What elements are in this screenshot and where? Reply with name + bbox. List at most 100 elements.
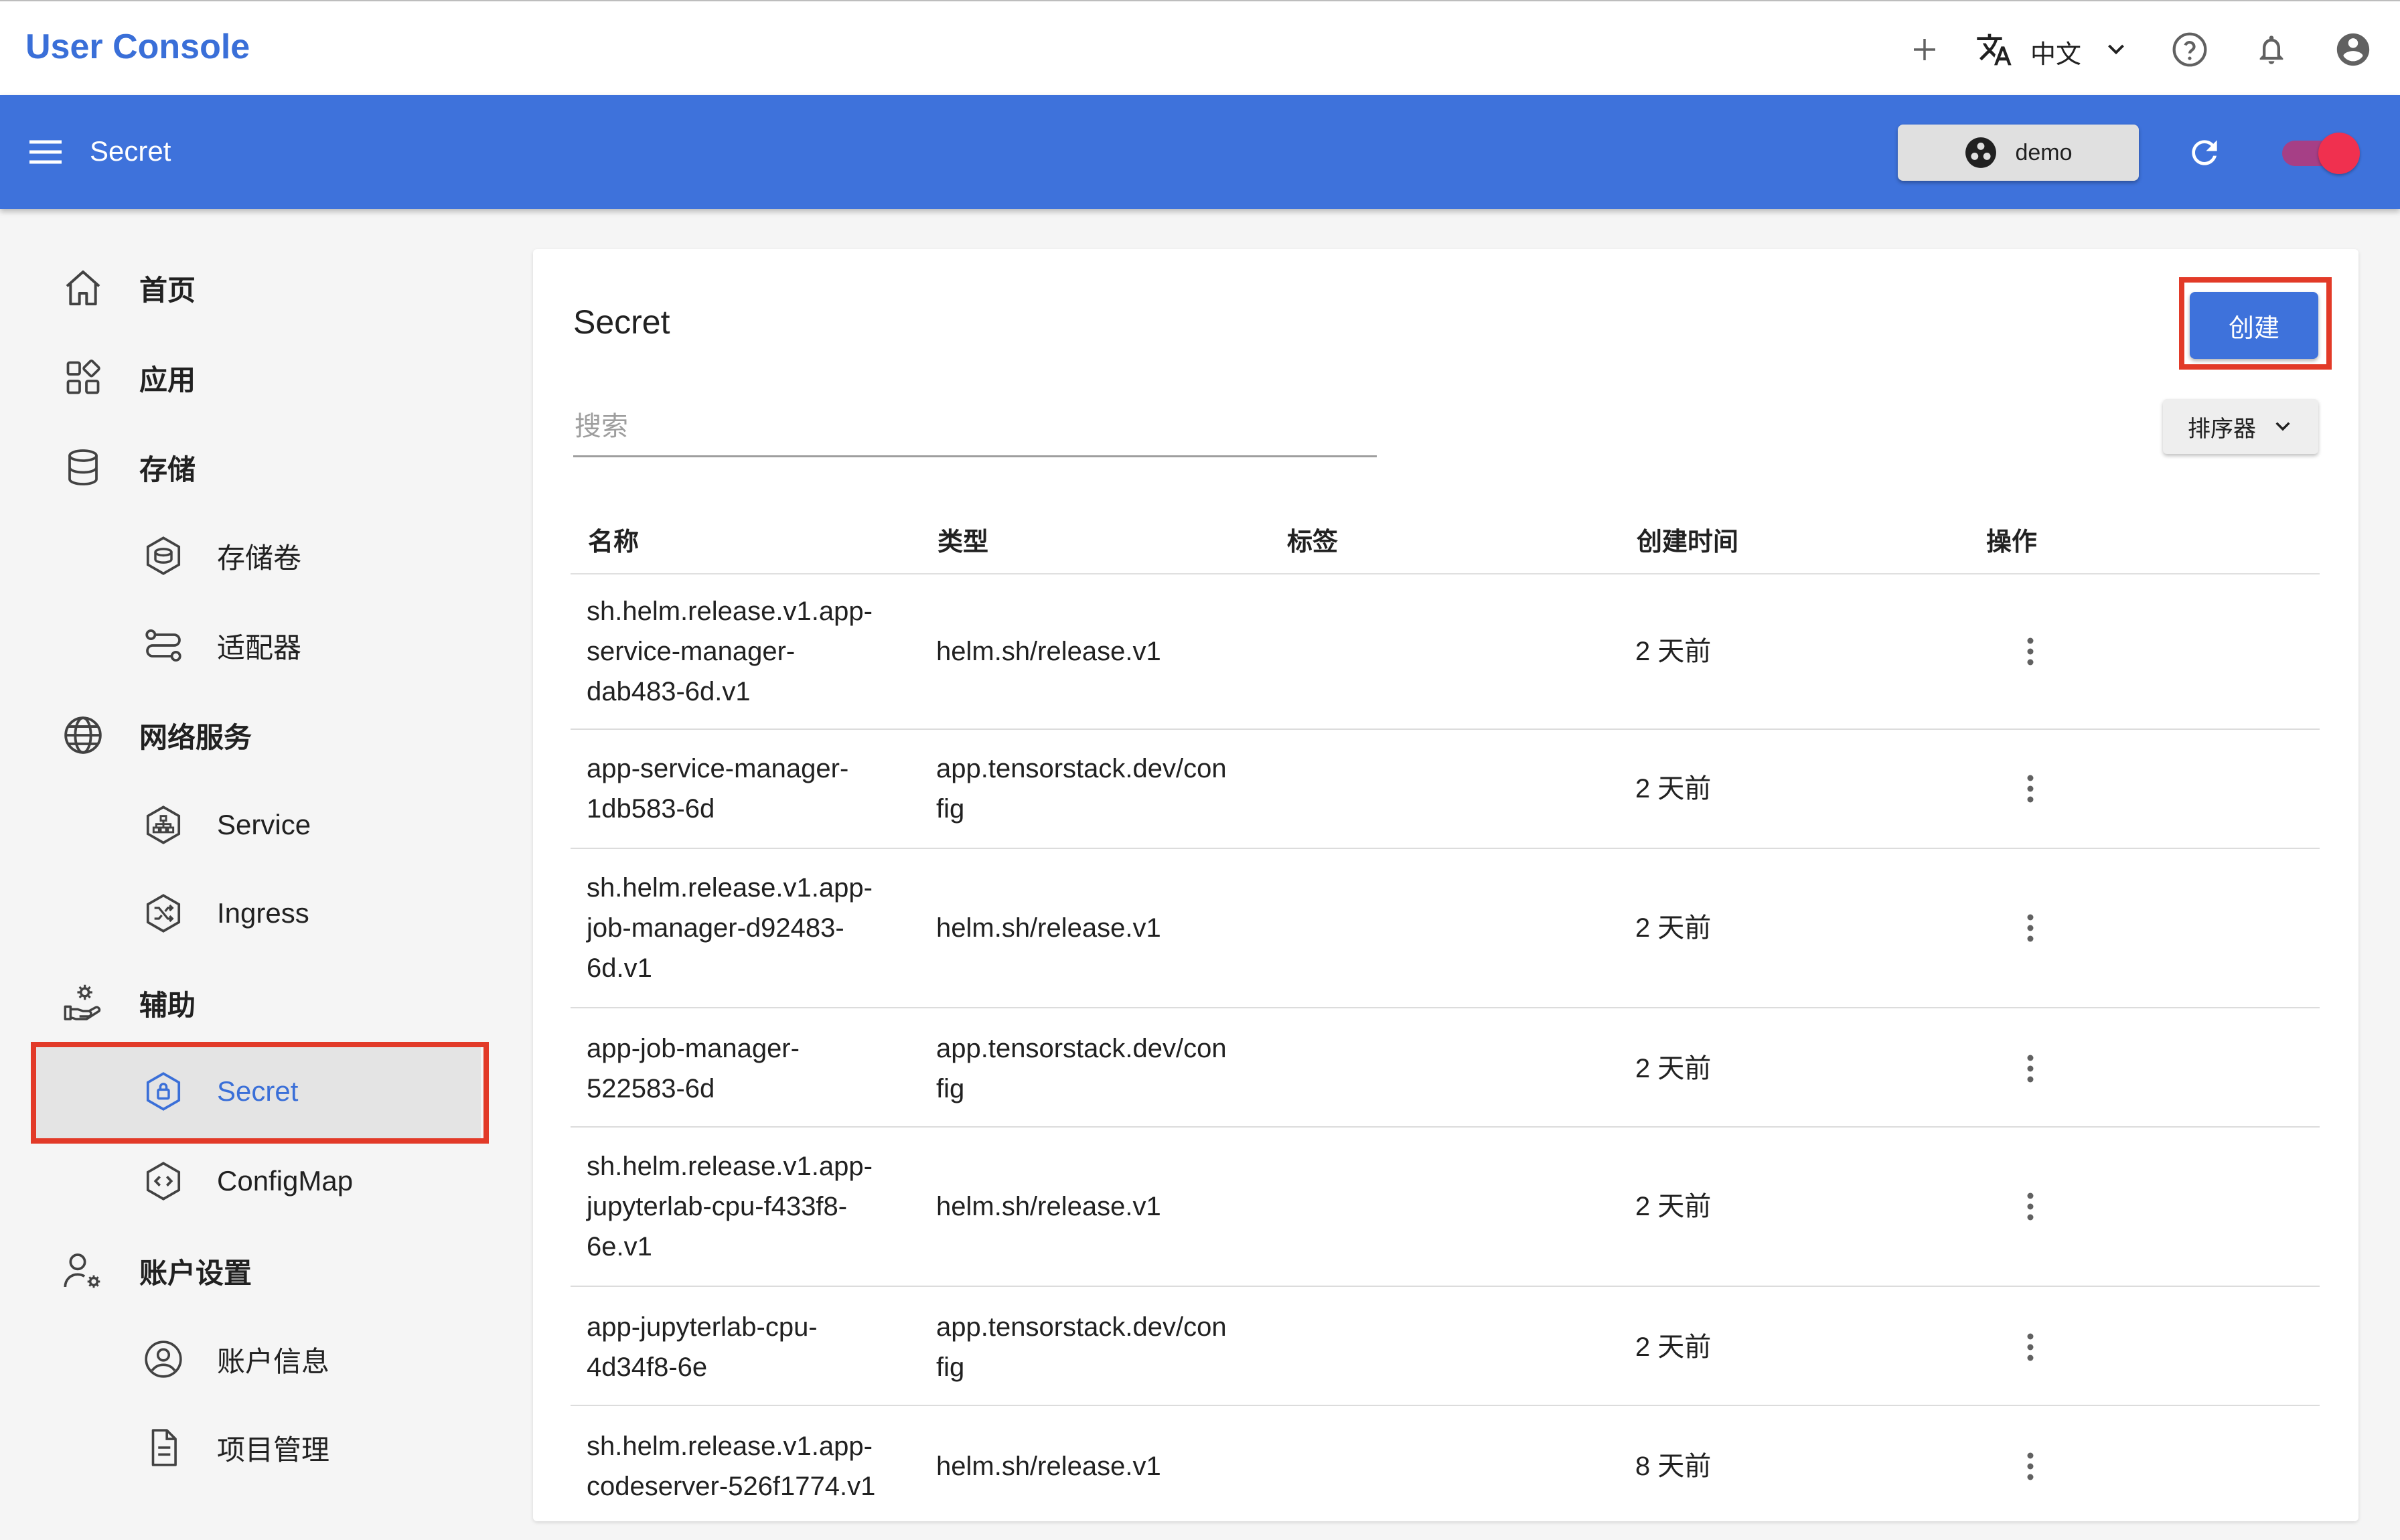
user-settings-icon (60, 1248, 106, 1294)
cell-name: sh.helm.release.v1.app-service-manager-d… (587, 597, 873, 706)
sidebar-item-storage[interactable]: 存储 (60, 427, 196, 508)
menu-icon[interactable] (28, 138, 63, 169)
cell-type: helm.sh/release.v1 (936, 1192, 1161, 1221)
sidebar-item-network[interactable]: 网络服务 (60, 695, 252, 775)
sidebar-item-label: 适配器 (217, 631, 302, 664)
cell-name: app-job-manager- 522583-6d (587, 1034, 800, 1103)
table-row[interactable]: sh.helm.release.v1.app-job-manager-d9248… (571, 849, 2320, 1008)
column-header-type[interactable]: 类型 (937, 521, 988, 558)
search-field[interactable] (573, 399, 1379, 457)
more-vert-icon[interactable] (2010, 1446, 2050, 1486)
volume-icon (141, 533, 186, 579)
sidebar-item-label: 存储 (139, 453, 196, 485)
cell-name: app-jupyterlab-cpu- 4d34f8-6e (587, 1312, 818, 1382)
sidebar-item-label: Ingress (217, 897, 309, 929)
cell-created: 2 天前 (1635, 1332, 1712, 1362)
sort-button[interactable]: 排序器 (2163, 399, 2318, 454)
table-row[interactable]: sh.helm.release.v1.app-codeserver-526f17… (571, 1406, 2320, 1540)
table-row[interactable]: app-service-manager- 1db583-6d app.tensor… (571, 730, 2320, 849)
account-icon[interactable] (2332, 28, 2375, 71)
cell-type: app.tensorstack.dev/con fig (936, 1312, 1227, 1382)
sidebar-item-label: ConfigMap (217, 1165, 354, 1197)
sidebar-item-home[interactable]: 首页 (60, 248, 196, 328)
sidebar-item-apps[interactable]: 应用 (60, 337, 196, 418)
more-vert-icon[interactable] (2010, 1049, 2050, 1089)
table-row[interactable]: sh.helm.release.v1.app-service-manager-d… (571, 574, 2320, 730)
sidebar-item-label: 辅助 (139, 989, 196, 1021)
table-header: 名称 类型 标签 创建时间 操作 (571, 497, 2320, 574)
namespace-button[interactable]: demo (1898, 125, 2139, 181)
ingress-icon (141, 891, 186, 936)
adapter-icon (141, 623, 186, 668)
column-header-actions: 操作 (1986, 528, 2038, 556)
cell-type: app.tensorstack.dev/con fig (936, 1034, 1227, 1103)
more-vert-icon[interactable] (2010, 631, 2050, 672)
cell-created: 2 天前 (1635, 1054, 1712, 1083)
account-info-icon (141, 1336, 186, 1382)
sidebar-item-ingress[interactable]: Ingress (141, 873, 309, 953)
sidebar-item-label: Service (217, 809, 311, 840)
cell-type: helm.sh/release.v1 (936, 913, 1161, 943)
database-icon (60, 445, 106, 490)
more-vert-icon[interactable] (2010, 769, 2050, 809)
chevron-down-icon (2275, 422, 2290, 431)
cell-created: 2 天前 (1635, 637, 1712, 666)
sidebar-item-account-settings[interactable]: 账户设置 (60, 1231, 252, 1311)
cell-name: app-service-manager- 1db583-6d (587, 754, 849, 824)
sidebar: 首页 应用 存储 存储卷 适配器 网络服务 Service Ingress 辅助… (0, 209, 509, 1500)
cell-name: sh.helm.release.v1.app-codeserver-526f17… (587, 1432, 876, 1501)
table-row[interactable]: app-jupyterlab-cpu- 4d34f8-6e app.tensors… (571, 1287, 2320, 1406)
column-header-labels[interactable]: 标签 (1287, 521, 1338, 558)
sidebar-item-label: 应用 (139, 364, 196, 396)
sidebar-item-project[interactable]: 项目管理 (141, 1407, 329, 1488)
project-icon (141, 1425, 186, 1470)
chevron-down-icon[interactable] (2095, 28, 2138, 71)
plus-icon[interactable] (1903, 28, 1946, 71)
highlight-secret-nav (31, 1042, 489, 1144)
sidebar-item-volume[interactable]: 存储卷 (141, 516, 301, 596)
sort-label: 排序器 (2188, 416, 2256, 442)
app-title[interactable]: User Console (25, 27, 250, 67)
highlight-create-button (2179, 277, 2332, 370)
sidebar-item-label: 存储卷 (217, 542, 302, 574)
sidebar-item-account-info[interactable]: 账户信息 (141, 1319, 329, 1399)
sidebar-item-service[interactable]: Service (141, 785, 311, 865)
theme-toggle-thumb[interactable] (2318, 133, 2360, 174)
cell-created: 2 天前 (1635, 1192, 1712, 1221)
cell-type: helm.sh/release.v1 (936, 637, 1161, 666)
translate-icon[interactable] (1973, 28, 2016, 71)
more-vert-icon[interactable] (2010, 1327, 2050, 1367)
table-row[interactable]: sh.helm.release.v1.app-jupyterlab-cpu-f4… (571, 1128, 2320, 1287)
sidebar-item-label: 首页 (139, 274, 196, 306)
app-bar: Secret demo (0, 95, 2400, 209)
bell-icon[interactable] (2250, 28, 2293, 71)
table-row[interactable]: app-job-manager- 522583-6d app.tensorstac… (571, 1008, 2320, 1128)
top-bar: User Console 中文 (0, 0, 2400, 95)
cell-created: 2 天前 (1635, 774, 1712, 803)
configmap-icon (141, 1158, 186, 1204)
cell-created: 8 天前 (1635, 1452, 1712, 1481)
sidebar-item-assist[interactable]: 辅助 (60, 963, 196, 1043)
secrets-table: 名称 类型 标签 创建时间 操作 sh.helm.release.v1.app-… (571, 497, 2320, 1540)
cell-created: 2 天前 (1635, 913, 1712, 943)
namespace-icon (1965, 137, 1997, 168)
sidebar-item-label: 账户信息 (217, 1345, 330, 1377)
sidebar-item-adapter[interactable]: 适配器 (141, 605, 301, 686)
cell-name: sh.helm.release.v1.app-job-manager-d9248… (587, 873, 873, 983)
sidebar-item-label: 账户设置 (139, 1257, 252, 1289)
card-title: Secret (573, 303, 670, 341)
refresh-icon[interactable] (2186, 134, 2223, 175)
sidebar-item-configmap[interactable]: ConfigMap (141, 1141, 353, 1221)
help-icon[interactable] (2168, 28, 2211, 71)
cell-type: app.tensorstack.dev/con fig (936, 754, 1227, 824)
column-header-created[interactable]: 创建时间 (1637, 521, 1738, 558)
assist-icon (60, 980, 106, 1026)
cell-type: helm.sh/release.v1 (936, 1452, 1161, 1481)
home-icon (60, 265, 106, 311)
language-label[interactable]: 中文 (2030, 33, 2081, 70)
column-header-name[interactable]: 名称 (588, 521, 639, 558)
more-vert-icon[interactable] (2010, 1186, 2050, 1227)
more-vert-icon[interactable] (2010, 908, 2050, 948)
search-input[interactable] (573, 399, 1379, 454)
apps-icon (60, 355, 106, 400)
